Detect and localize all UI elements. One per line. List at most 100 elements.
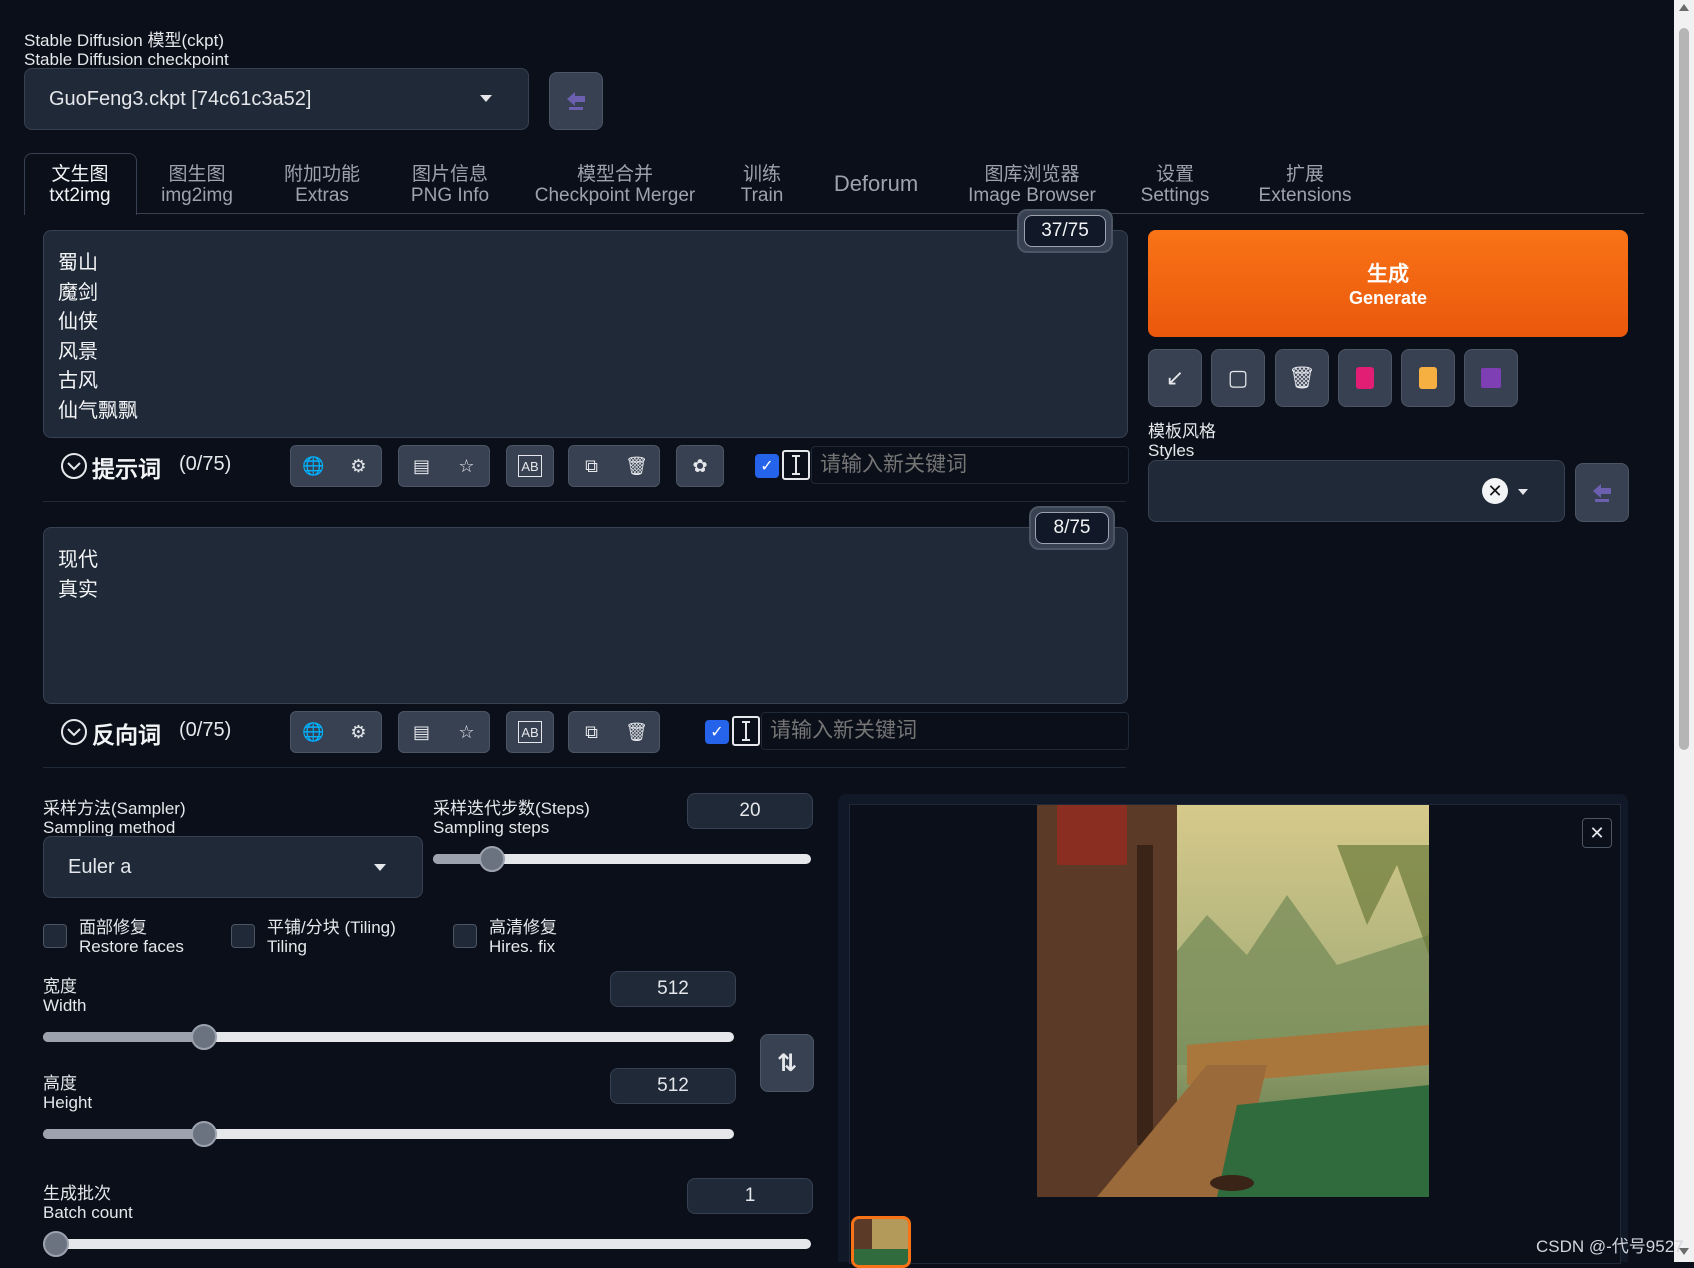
tab-label-en: Checkpoint Merger: [534, 185, 696, 206]
translate-icon[interactable]: AB: [518, 455, 542, 477]
checkpoint-label-en: Stable Diffusion checkpoint: [24, 50, 229, 69]
prompt-keyword-input[interactable]: [811, 446, 1129, 484]
styles-dropdown[interactable]: ✕: [1148, 460, 1565, 522]
negative-toolbar-label: 反向词: [92, 722, 161, 748]
height-slider-thumb[interactable]: [191, 1121, 217, 1147]
clear-icon[interactable]: ✕: [1482, 478, 1508, 504]
negative-tool-group-4: ⧉ 🗑: [568, 711, 660, 753]
close-image-button[interactable]: ✕: [1582, 818, 1612, 848]
styles-refresh-button[interactable]: [1575, 463, 1629, 522]
extra-networks-button[interactable]: [1338, 349, 1392, 407]
gear-icon[interactable]: ⚙: [345, 718, 373, 746]
negative-tool-group-1: 🌐 ⚙: [290, 711, 382, 753]
collapse-icon[interactable]: [60, 452, 88, 480]
scrollbar-track[interactable]: [1674, 0, 1694, 1262]
negative-keyword-input[interactable]: [761, 712, 1129, 750]
height-label-en: Height: [43, 1093, 93, 1112]
tab-settings[interactable]: 设置 Settings: [1130, 164, 1220, 206]
negative-prompt-textarea[interactable]: 现代 真实: [43, 527, 1128, 704]
tab-extensions[interactable]: 扩展 Extensions: [1250, 164, 1360, 206]
checkpoint-dropdown[interactable]: GuoFeng3.ckpt [74c61c3a52]: [24, 68, 529, 130]
tab-checkpoint-merger[interactable]: 模型合并 Checkpoint Merger: [530, 164, 700, 206]
height-number-input[interactable]: 512: [610, 1068, 736, 1104]
trash-icon[interactable]: 🗑: [623, 718, 651, 746]
tab-label-en: Deforum: [833, 171, 919, 196]
openai-icon[interactable]: ✿: [686, 452, 714, 480]
history-list-icon[interactable]: ▤: [408, 718, 436, 746]
scrollbar-thumb[interactable]: [1679, 28, 1689, 750]
tab-image-browser[interactable]: 图库浏览器 Image Browser: [962, 164, 1102, 206]
prompt-tool-group-4: ⧉ 🗑: [568, 445, 660, 487]
styles-label-en: Styles: [1148, 441, 1195, 460]
width-slider-thumb[interactable]: [191, 1024, 217, 1050]
paste-button[interactable]: ▢: [1211, 349, 1265, 407]
copy-icon[interactable]: ⧉: [578, 452, 606, 480]
prompt-keyword-checkbox[interactable]: ✓: [755, 454, 779, 478]
generated-image[interactable]: [1037, 805, 1429, 1197]
tab-img2img[interactable]: 图生图 img2img: [145, 164, 249, 206]
tab-deforum[interactable]: Deforum: [826, 171, 926, 196]
batch-count-slider[interactable]: [43, 1231, 811, 1257]
styles-label-cn: 模板风格: [1148, 422, 1216, 441]
bookmark-icon[interactable]: ☆: [453, 452, 481, 480]
tiling-checkbox[interactable]: [231, 924, 255, 948]
width-slider[interactable]: [43, 1024, 734, 1050]
steps-slider-thumb[interactable]: [479, 846, 505, 872]
swap-vertical-icon: ⇅: [776, 1049, 798, 1077]
close-icon: ✕: [1589, 822, 1605, 843]
translate-icon[interactable]: AB: [518, 721, 542, 743]
globe-icon[interactable]: 🌐: [300, 718, 328, 746]
tab-label-cn: 文生图: [51, 164, 109, 185]
hires-fix-label-cn: 高清修复: [489, 918, 557, 937]
batch-count-label-en: Batch count: [43, 1203, 133, 1222]
steps-slider[interactable]: [433, 846, 811, 872]
scroll-up-icon[interactable]: [1679, 4, 1689, 11]
swap-dimensions-button[interactable]: ⇅: [760, 1034, 814, 1092]
trash-icon[interactable]: 🗑: [623, 452, 651, 480]
steps-number-input[interactable]: 20: [687, 793, 813, 829]
negative-keyword-checkbox[interactable]: ✓: [705, 720, 729, 744]
tab-extras[interactable]: 附加功能 Extras: [270, 164, 374, 206]
prompt-toolbar-count: (0/75): [179, 453, 232, 475]
gallery-thumbnail[interactable]: [851, 1216, 911, 1268]
clipboard-icon: ▢: [1227, 365, 1249, 390]
tab-label-cn: 扩展: [1285, 164, 1324, 185]
clear-prompt-button[interactable]: 🗑: [1275, 349, 1329, 407]
copy-icon[interactable]: ⧉: [578, 718, 606, 746]
history-list-icon[interactable]: ▤: [408, 452, 436, 480]
prompt-textarea[interactable]: 蜀山 魔剑 仙侠 风景 古风 仙气飘飘: [43, 230, 1128, 438]
batch-count-slider-thumb[interactable]: [43, 1231, 69, 1257]
tab-label-en: Extras: [295, 185, 349, 206]
sampler-dropdown[interactable]: Euler a: [43, 836, 423, 898]
read-params-button[interactable]: ↙: [1148, 349, 1202, 407]
tab-png-info[interactable]: 图片信息 PNG Info: [398, 164, 502, 206]
prompt-tool-group-1: 🌐 ⚙: [290, 445, 382, 487]
apply-style-button[interactable]: [1401, 349, 1455, 407]
wastebasket-icon: 🗑: [1288, 365, 1316, 390]
tabs-underline: [24, 213, 1644, 214]
clipboard-notes-icon: [1419, 367, 1437, 389]
watermark: CSDN @-代号9527: [1536, 1237, 1684, 1256]
negative-tool-group-2: ▤ ☆: [398, 711, 490, 753]
collapse-icon[interactable]: [60, 718, 88, 746]
tiling-label-en: Tiling: [267, 937, 307, 956]
sampler-value: Euler a: [68, 855, 132, 878]
batch-count-number-input[interactable]: 1: [687, 1178, 813, 1214]
negative-toolbar-count: (0/75): [179, 719, 232, 741]
hires-fix-checkbox[interactable]: [453, 924, 477, 948]
generate-button[interactable]: 生成 Generate: [1148, 230, 1628, 337]
steps-label-cn: 采样迭代步数(Steps): [433, 799, 590, 818]
restore-faces-checkbox[interactable]: [43, 924, 67, 948]
save-style-button[interactable]: [1464, 349, 1518, 407]
gear-icon[interactable]: ⚙: [345, 452, 373, 480]
width-label-cn: 宽度: [43, 977, 77, 996]
refresh-arrow-icon: [1593, 483, 1611, 502]
tab-txt2img[interactable]: 文生图 txt2img: [28, 164, 132, 206]
globe-icon[interactable]: 🌐: [300, 452, 328, 480]
width-number-input[interactable]: 512: [610, 971, 736, 1007]
bookmark-icon[interactable]: ☆: [453, 718, 481, 746]
height-slider[interactable]: [43, 1121, 734, 1147]
checkpoint-refresh-button[interactable]: [549, 72, 603, 130]
tab-label-en: img2img: [161, 185, 233, 206]
tab-train[interactable]: 训练 Train: [722, 164, 802, 206]
